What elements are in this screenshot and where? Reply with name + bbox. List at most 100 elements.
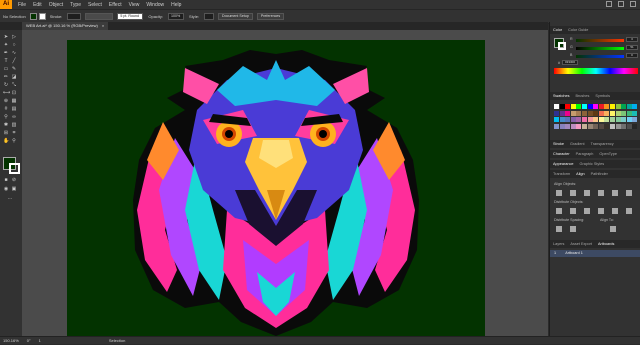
swatch[interactable] xyxy=(554,104,559,109)
swatch[interactable] xyxy=(559,104,565,109)
tab-color[interactable]: Color xyxy=(553,26,562,34)
zoom-level[interactable]: 150.16% xyxy=(3,337,19,344)
swatch[interactable] xyxy=(559,123,565,129)
menu-item-view[interactable]: View xyxy=(129,2,140,8)
align-bottom-icon[interactable] xyxy=(626,190,632,196)
swatch[interactable] xyxy=(570,110,576,116)
channel-r-slider[interactable] xyxy=(576,39,624,42)
swatch[interactable] xyxy=(565,110,571,116)
swatch[interactable] xyxy=(610,110,615,116)
tab-paragraph[interactable]: Paragraph xyxy=(576,150,594,158)
swatch[interactable] xyxy=(587,110,593,116)
preferences-button[interactable]: Preferences xyxy=(256,13,285,20)
swatch[interactable] xyxy=(604,123,610,129)
draw-mode-icon[interactable]: ◉ xyxy=(3,186,9,192)
tab-character[interactable]: Character xyxy=(553,150,570,158)
swatch[interactable] xyxy=(604,117,610,122)
align-left-icon[interactable] xyxy=(556,190,562,196)
tab-pathfinder[interactable]: Pathfinder xyxy=(591,170,608,178)
swatch[interactable] xyxy=(587,104,593,109)
swatch[interactable] xyxy=(570,117,576,122)
shape-builder-icon[interactable]: ⊕ xyxy=(3,98,9,104)
align-hcenter-icon[interactable] xyxy=(570,190,576,196)
graph-tool-icon[interactable]: ▥ xyxy=(11,122,17,128)
tab-gradient[interactable]: Gradient xyxy=(570,140,585,148)
variable-width-profile[interactable] xyxy=(85,13,114,20)
swatch[interactable] xyxy=(587,117,593,122)
swatch[interactable] xyxy=(632,123,638,129)
tab-layers[interactable]: Layers xyxy=(553,240,564,248)
swatch[interactable] xyxy=(559,117,565,122)
distribute-hcenter-icon[interactable] xyxy=(612,208,618,214)
swatch[interactable] xyxy=(582,104,587,109)
artboard-list-row[interactable]: 1 Artboard 1 xyxy=(550,250,640,257)
menu-item-object[interactable]: Object xyxy=(49,2,63,8)
swatch[interactable] xyxy=(593,117,599,122)
swatch[interactable] xyxy=(554,110,559,116)
stroke-swatch[interactable] xyxy=(38,13,46,20)
swatch[interactable] xyxy=(587,123,593,129)
align-top-icon[interactable] xyxy=(598,190,604,196)
swatch[interactable] xyxy=(559,110,565,116)
document-tab[interactable]: WEB Art.ai* @ 150.16 % (RGB/Preview) × xyxy=(22,22,109,30)
swatch[interactable] xyxy=(626,104,632,109)
distribute-top-icon[interactable] xyxy=(556,208,562,214)
brush-definition[interactable]: 5 pt. Round xyxy=(117,13,144,20)
tab-transform[interactable]: Transform xyxy=(553,170,570,178)
align-vcenter-icon[interactable] xyxy=(612,190,618,196)
swatch[interactable] xyxy=(632,117,638,122)
swatch[interactable] xyxy=(626,110,632,116)
menu-item-effect[interactable]: Effect xyxy=(109,2,122,8)
swatch[interactable] xyxy=(593,110,599,116)
tab-graphic-styles[interactable]: Graphic Styles xyxy=(579,160,604,168)
swatch[interactable] xyxy=(632,104,638,109)
swatch[interactable] xyxy=(615,104,621,109)
align-to-selection-icon[interactable] xyxy=(610,226,616,232)
menu-item-window[interactable]: Window xyxy=(146,2,164,8)
type-tool-icon[interactable]: T xyxy=(3,58,9,64)
swatch[interactable] xyxy=(598,117,604,122)
menu-item-edit[interactable]: Edit xyxy=(33,2,42,8)
tab-asset-export[interactable]: Asset Export xyxy=(570,240,592,248)
color-stroke-preview[interactable] xyxy=(558,42,566,50)
tab-align[interactable]: Align xyxy=(576,170,584,178)
style-picker[interactable] xyxy=(204,13,215,20)
artboard[interactable] xyxy=(67,40,485,336)
color-spectrum[interactable] xyxy=(554,68,638,74)
align-right-icon[interactable] xyxy=(584,190,590,196)
tab-transparency[interactable]: Transparency xyxy=(591,140,614,148)
tab-opentype[interactable]: OpenType xyxy=(599,150,617,158)
color-mode-icon[interactable]: ■ xyxy=(3,177,9,183)
distribute-vspace-icon[interactable] xyxy=(556,226,562,232)
channel-g-value[interactable]: 51 xyxy=(626,45,638,50)
swatch[interactable] xyxy=(615,117,621,122)
eyedropper-icon[interactable]: ⚲ xyxy=(3,114,9,120)
stroke-weight-field[interactable] xyxy=(67,13,82,20)
channel-b-value[interactable]: 0 xyxy=(626,53,638,58)
mesh-tool-icon[interactable]: # xyxy=(3,106,9,112)
line-tool-icon[interactable]: ╱ xyxy=(11,58,17,64)
gradient-tool-icon[interactable]: ▤ xyxy=(11,106,17,112)
rotate-tool-icon[interactable]: ↻ xyxy=(3,82,9,88)
channel-b-slider[interactable] xyxy=(576,55,624,58)
tab-swatches[interactable]: Swatches xyxy=(553,92,569,100)
tab-symbols[interactable]: Symbols xyxy=(595,92,610,100)
swatch[interactable] xyxy=(610,117,615,122)
swatch[interactable] xyxy=(570,104,576,109)
direct-selection-tool-icon[interactable]: ▷ xyxy=(11,34,17,40)
perspective-grid-icon[interactable]: ▦ xyxy=(11,98,17,104)
hex-value[interactable]: 033300 xyxy=(562,60,578,65)
swatch[interactable] xyxy=(598,110,604,116)
swatch[interactable] xyxy=(554,117,559,122)
close-icon[interactable] xyxy=(630,1,636,7)
swatch[interactable] xyxy=(621,123,627,129)
swatch[interactable] xyxy=(615,110,621,116)
swatch[interactable] xyxy=(615,123,621,129)
artboard-tool-icon[interactable]: ⊞ xyxy=(3,130,9,136)
swatch[interactable] xyxy=(598,104,604,109)
maximize-icon[interactable] xyxy=(618,1,624,7)
minimize-icon[interactable] xyxy=(606,1,612,7)
slice-tool-icon[interactable]: ⌗ xyxy=(11,130,17,136)
free-transform-icon[interactable]: ⊡ xyxy=(11,90,17,96)
none-mode-icon[interactable]: ⊘ xyxy=(11,177,17,183)
